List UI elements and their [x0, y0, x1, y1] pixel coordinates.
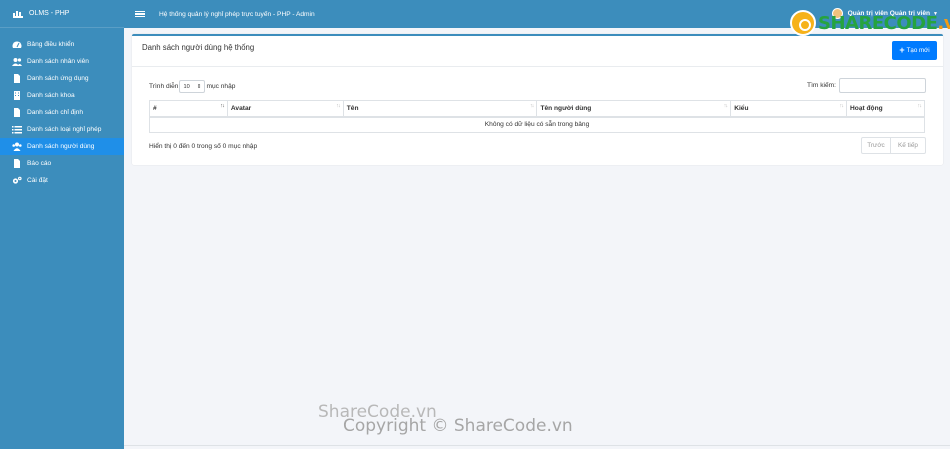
sidebar-item-leave-types[interactable]: Danh sách loại nghỉ phép — [0, 121, 124, 138]
length-suffix: mục nhập — [206, 83, 236, 90]
file-icon — [14, 74, 20, 83]
sidebar-item-label: Báo cáo — [27, 160, 52, 167]
users-icon — [12, 58, 22, 66]
table-header-row: # ↑↓ Avatar ↑↓ Tên ↑↓ Tên người dùng ↑↓ Kiểu… — [149, 100, 925, 118]
sidebar-item-designations[interactable]: Danh sách chỉ định — [0, 104, 124, 121]
sidebar-item-settings[interactable]: Cài đặt — [0, 172, 124, 189]
empty-table-message: Không có dữ liệu có sẵn trong bảng — [149, 116, 925, 133]
sidebar-item-label: Danh sách khoa — [27, 92, 75, 99]
previous-page-button[interactable]: Trước — [861, 137, 891, 154]
brand-text: OLMS - PHP — [29, 10, 70, 17]
sidebar-item-label: Danh sách loại nghỉ phép — [27, 126, 102, 133]
column-header-number[interactable]: # ↑↓ — [149, 100, 228, 118]
sort-icon: ↑↓ — [917, 103, 921, 109]
sidebar-item-label: Danh sách ứng dụng — [27, 75, 89, 82]
file-icon — [14, 108, 20, 117]
sharecode-logo-text: SHARECODE.vn — [818, 12, 950, 34]
sort-icon: ↑↓ — [336, 103, 340, 109]
column-header-action[interactable]: Hoạt động ↑↓ — [846, 100, 925, 118]
sidebar-item-applications[interactable]: Danh sách ứng dụng — [0, 70, 124, 87]
next-page-button[interactable]: Kế tiếp — [891, 137, 926, 154]
sidebar-item-employees[interactable]: Danh sách nhân viên — [0, 53, 124, 70]
sort-icon: ↑↓ — [839, 103, 844, 109]
sidebar-item-label: Bảng điều khiển — [27, 41, 75, 48]
plus-icon: + — [899, 45, 905, 55]
building-icon — [14, 91, 20, 100]
table-info: Hiển thị 0 đến 0 trong số 0 mục nhập — [149, 143, 258, 150]
column-header-name[interactable]: Tên ↑↓ — [342, 100, 538, 118]
sidebar-item-reports[interactable]: Báo cáo — [0, 155, 124, 172]
footer-divider — [124, 445, 950, 446]
page-title: Danh sách người dùng hệ thống — [142, 43, 255, 52]
entries-select-value: 10 — [183, 83, 190, 90]
card-header: Danh sách người dùng hệ thống + Tạo mới — [132, 36, 943, 67]
brand[interactable]: OLMS - PHP — [0, 0, 124, 28]
entries-select[interactable]: 10 ⇕ — [179, 80, 206, 93]
search-input[interactable] — [839, 78, 926, 93]
watermark-copyright: Copyright © ShareCode.vn — [343, 416, 573, 436]
sidebar-item-dashboard[interactable]: Bảng điều khiển — [0, 36, 124, 53]
column-header-username[interactable]: Tên người dùng ↑↓ — [536, 100, 732, 118]
sort-icon: ↑↓ — [723, 103, 728, 109]
entries-length-control: Trình diễn 10 ⇕ mục nhập — [149, 80, 235, 93]
column-header-type[interactable]: Kiểu ↑↓ — [730, 100, 848, 118]
sidebar-item-label: Danh sách chỉ định — [27, 109, 84, 116]
table-row: Không có dữ liệu có sẵn trong bảng — [149, 116, 925, 133]
gears-icon — [12, 176, 22, 184]
length-prefix: Trình diễn — [149, 83, 179, 90]
dashboard-icon — [12, 41, 22, 48]
create-new-label: Tạo mới — [906, 47, 930, 54]
sidebar-item-label: Danh sách nhân viên — [27, 58, 89, 65]
sidebar-item-departments[interactable]: Danh sách khoa — [0, 87, 124, 104]
sidebar-item-users[interactable]: Danh sách người dùng — [0, 138, 124, 155]
sidebar: OLMS - PHP Bảng điều khiển Danh sách nhâ… — [0, 0, 124, 449]
pagination: Trước Kế tiếp — [861, 137, 926, 154]
sharecode-watermark-logo: SHARECODE.vn — [790, 10, 950, 36]
users-card: Danh sách người dùng hệ thống + Tạo mới … — [132, 34, 943, 165]
search-control: Tìm kiếm: — [807, 78, 926, 93]
sort-icon: ↑↓ — [220, 103, 224, 109]
menu-toggle-icon[interactable] — [135, 9, 145, 19]
users-icon — [12, 142, 22, 151]
sort-icon: ↑↓ — [529, 103, 534, 109]
list-icon — [12, 126, 22, 134]
sharecode-logo-icon — [790, 10, 816, 36]
create-new-button[interactable]: + Tạo mới — [892, 41, 937, 60]
column-header-avatar[interactable]: Avatar ↑↓ — [226, 100, 344, 118]
sidebar-menu: Bảng điều khiển Danh sách nhân viên Danh… — [0, 36, 124, 189]
sidebar-item-label: Danh sách người dùng — [27, 143, 95, 150]
topbar-title: Hệ thống quản lý nghỉ phép trực tuyến - … — [159, 10, 315, 18]
select-arrows-icon: ⇕ — [196, 83, 202, 90]
brand-logo-icon — [13, 10, 23, 18]
sidebar-item-label: Cài đặt — [27, 177, 48, 184]
search-label: Tìm kiếm: — [807, 82, 836, 89]
users-table: # ↑↓ Avatar ↑↓ Tên ↑↓ Tên người dùng ↑↓ Kiểu… — [149, 100, 925, 133]
file-icon — [14, 159, 20, 168]
